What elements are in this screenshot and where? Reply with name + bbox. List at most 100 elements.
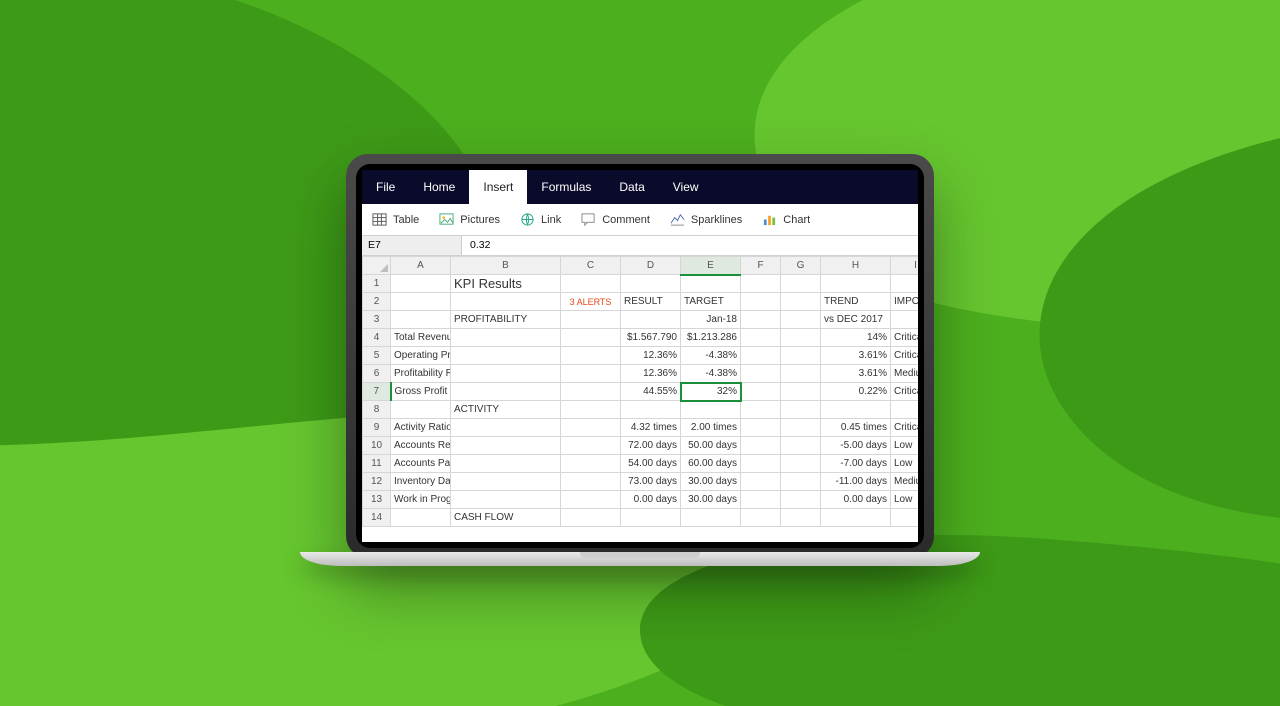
menu-tab-formulas[interactable]: Formulas xyxy=(527,170,605,204)
cell-F4[interactable] xyxy=(741,329,781,347)
cell-E8[interactable] xyxy=(681,401,741,419)
cell-F8[interactable] xyxy=(741,401,781,419)
menu-tab-insert[interactable]: Insert xyxy=(469,170,527,204)
cell-B11[interactable] xyxy=(451,455,561,473)
cell-A12[interactable]: Inventory Days* xyxy=(391,473,451,491)
cell-A8[interactable] xyxy=(391,401,451,419)
cell-F9[interactable] xyxy=(741,419,781,437)
cell-F14[interactable] xyxy=(741,509,781,527)
cell-G4[interactable] xyxy=(781,329,821,347)
row-header-1[interactable]: 1 xyxy=(363,275,391,293)
cell-A3[interactable] xyxy=(391,311,451,329)
cell-G11[interactable] xyxy=(781,455,821,473)
cell-E13[interactable]: 30.00 days xyxy=(681,491,741,509)
cell-D11[interactable]: 54.00 days xyxy=(621,455,681,473)
cell-H2[interactable]: TREND xyxy=(821,293,891,311)
cell-H1[interactable] xyxy=(821,275,891,293)
cell-B7[interactable] xyxy=(451,383,561,401)
cell-G9[interactable] xyxy=(781,419,821,437)
cell-F3[interactable] xyxy=(741,311,781,329)
row-header-12[interactable]: 12 xyxy=(363,473,391,491)
toolbar-table-button[interactable]: Table xyxy=(372,212,419,227)
cell-D5[interactable]: 12.36% xyxy=(621,347,681,365)
cell-B14[interactable]: CASH FLOW xyxy=(451,509,561,527)
cell-E3[interactable]: Jan-18 xyxy=(681,311,741,329)
cell-I2[interactable]: IMPORTAN xyxy=(891,293,919,311)
cell-B8[interactable]: ACTIVITY xyxy=(451,401,561,419)
cell-H14[interactable] xyxy=(821,509,891,527)
toolbar-sparklines-button[interactable]: Sparklines xyxy=(670,212,742,227)
row-header-11[interactable]: 11 xyxy=(363,455,391,473)
cell-H11[interactable]: -7.00 days xyxy=(821,455,891,473)
cell-H8[interactable] xyxy=(821,401,891,419)
cell-A13[interactable]: Work in Progress Days xyxy=(391,491,451,509)
cell-H7[interactable]: 0.22% xyxy=(821,383,891,401)
cell-B12[interactable] xyxy=(451,473,561,491)
cell-H4[interactable]: 14% xyxy=(821,329,891,347)
cell-C9[interactable] xyxy=(561,419,621,437)
cell-E14[interactable] xyxy=(681,509,741,527)
cell-D2[interactable]: RESULT xyxy=(621,293,681,311)
cell-B10[interactable] xyxy=(451,437,561,455)
cell-C11[interactable] xyxy=(561,455,621,473)
cell-D1[interactable] xyxy=(621,275,681,293)
cell-D10[interactable]: 72.00 days xyxy=(621,437,681,455)
cell-I13[interactable]: Low xyxy=(891,491,919,509)
cell-B1[interactable]: KPI Results xyxy=(451,275,561,293)
col-header-F[interactable]: F xyxy=(741,257,781,275)
cell-F10[interactable] xyxy=(741,437,781,455)
row-header-14[interactable]: 14 xyxy=(363,509,391,527)
select-all-corner[interactable] xyxy=(363,257,391,275)
cell-G14[interactable] xyxy=(781,509,821,527)
cell-G5[interactable] xyxy=(781,347,821,365)
col-header-G[interactable]: G xyxy=(781,257,821,275)
cell-B3[interactable]: PROFITABILITY xyxy=(451,311,561,329)
cell-I9[interactable]: Critical xyxy=(891,419,919,437)
cell-G6[interactable] xyxy=(781,365,821,383)
cell-E12[interactable]: 30.00 days xyxy=(681,473,741,491)
cell-D4[interactable]: $1.567.790 xyxy=(621,329,681,347)
cell-F2[interactable] xyxy=(741,293,781,311)
row-header-7[interactable]: 7 xyxy=(363,383,391,401)
toolbar-link-button[interactable]: Link xyxy=(520,212,561,227)
cell-B13[interactable] xyxy=(451,491,561,509)
col-header-A[interactable]: A xyxy=(391,257,451,275)
cell-F11[interactable] xyxy=(741,455,781,473)
cell-C13[interactable] xyxy=(561,491,621,509)
col-header-E[interactable]: E xyxy=(681,257,741,275)
cell-I12[interactable]: Medium xyxy=(891,473,919,491)
cell-A9[interactable]: Activity Ratio xyxy=(391,419,451,437)
row-header-13[interactable]: 13 xyxy=(363,491,391,509)
cell-G7[interactable] xyxy=(781,383,821,401)
toolbar-pictures-button[interactable]: Pictures xyxy=(439,212,500,227)
row-header-9[interactable]: 9 xyxy=(363,419,391,437)
row-header-5[interactable]: 5 xyxy=(363,347,391,365)
col-header-D[interactable]: D xyxy=(621,257,681,275)
formula-input[interactable]: 0.32 xyxy=(462,236,918,255)
cell-C8[interactable] xyxy=(561,401,621,419)
cell-I11[interactable]: Low xyxy=(891,455,919,473)
row-header-6[interactable]: 6 xyxy=(363,365,391,383)
cell-C3[interactable] xyxy=(561,311,621,329)
cell-G10[interactable] xyxy=(781,437,821,455)
cell-B5[interactable] xyxy=(451,347,561,365)
col-header-B[interactable]: B xyxy=(451,257,561,275)
cell-E7[interactable]: 32% xyxy=(681,383,741,401)
cell-D9[interactable]: 4.32 times xyxy=(621,419,681,437)
cell-C5[interactable] xyxy=(561,347,621,365)
cell-H3[interactable]: vs DEC 2017 xyxy=(821,311,891,329)
cell-H10[interactable]: -5.00 days xyxy=(821,437,891,455)
cell-I4[interactable]: Critical xyxy=(891,329,919,347)
cell-G1[interactable] xyxy=(781,275,821,293)
cell-A7[interactable]: Gross Profit Margin xyxy=(391,383,451,401)
cell-F13[interactable] xyxy=(741,491,781,509)
cell-D13[interactable]: 0.00 days xyxy=(621,491,681,509)
row-header-4[interactable]: 4 xyxy=(363,329,391,347)
menu-tab-view[interactable]: View xyxy=(659,170,713,204)
cell-H9[interactable]: 0.45 times xyxy=(821,419,891,437)
cell-H13[interactable]: 0.00 days xyxy=(821,491,891,509)
cell-D7[interactable]: 44.55% xyxy=(621,383,681,401)
cell-I14[interactable] xyxy=(891,509,919,527)
toolbar-chart-button[interactable]: Chart xyxy=(762,212,810,227)
cell-B2[interactable] xyxy=(451,293,561,311)
